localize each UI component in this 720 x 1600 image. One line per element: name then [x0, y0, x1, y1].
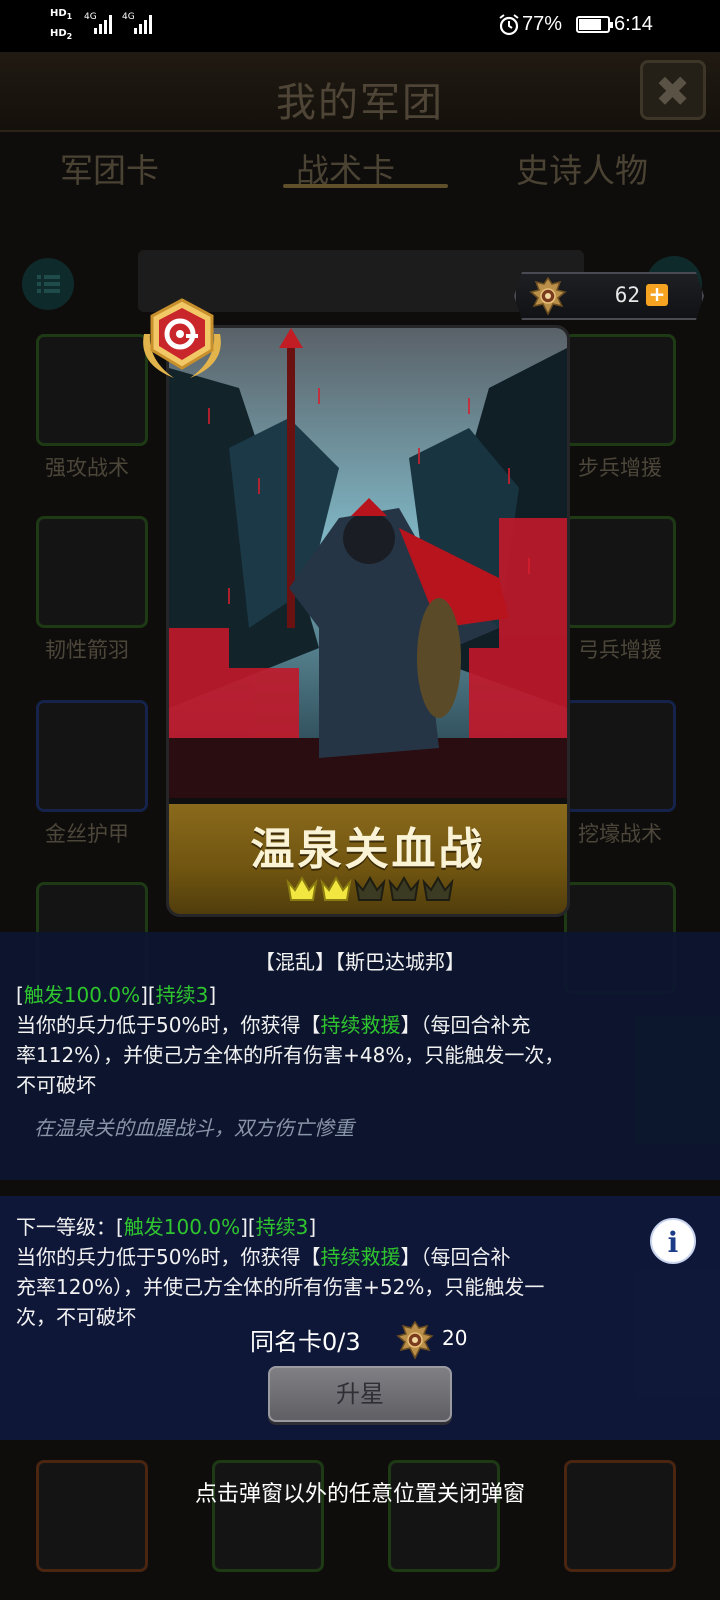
desc-text: 】（每回合补	[400, 1245, 511, 1269]
flavor-text: 在温泉关的血腥战斗，双方伤亡惨重	[34, 1116, 354, 1140]
duplicate-card-count: 同名卡0/3	[250, 1328, 361, 1356]
desc-text: 】（每回合补充	[400, 1013, 531, 1037]
eagle-emblem-icon	[396, 1320, 434, 1360]
grid-card[interactable]	[564, 516, 676, 628]
signal-indicators: HD1 HD2 4G 4G	[50, 8, 180, 44]
next-duration: 持续3	[255, 1215, 309, 1239]
desc-line-1: 当你的兵力低于50%时，你获得【持续救援】（每回合补充	[16, 1010, 530, 1040]
alarm-icon	[497, 13, 521, 37]
battery-percent: 77%	[522, 13, 563, 35]
network-type-2: 4G	[122, 12, 135, 22]
active-tab-indicator	[283, 184, 448, 188]
grid-card-label: 韧性箭羽	[45, 638, 129, 662]
upgrade-cost: 20	[442, 1326, 468, 1350]
hd-badge-1: HD1	[50, 8, 72, 23]
hd-label-1: HD	[50, 8, 67, 19]
battery-fill	[579, 19, 601, 30]
next-line-1: 当你的兵力低于50%时，你获得【持续救援】（每回合补	[16, 1242, 510, 1272]
card-name: 温泉关血战	[250, 824, 486, 875]
desc-line-3: 不可破坏	[16, 1073, 96, 1097]
next-trigger-line: 下一等级：[触发100.0%][持续3]	[16, 1215, 317, 1239]
crown-filled-icon	[320, 876, 352, 901]
card-artwork	[169, 328, 567, 798]
next-buff-name: 持续救援	[320, 1245, 401, 1269]
desc-text: 当你的兵力低于50%时，你获得【	[16, 1013, 321, 1037]
rarity-badge-icon	[143, 298, 221, 378]
crown-empty-icon	[422, 876, 454, 901]
list-menu-button[interactable]	[22, 258, 74, 310]
close-hint[interactable]: 点击弹窗以外的任意位置关闭弹窗	[0, 1476, 720, 1508]
hd-badge-2: HD2	[50, 28, 72, 43]
trigger-rate: 触发100.0%	[23, 983, 141, 1007]
grid-card[interactable]	[36, 700, 148, 812]
battery-icon	[576, 16, 613, 33]
card-tags: 【混乱】【斯巴达城邦】	[255, 950, 465, 974]
signal-bars-2-icon	[134, 14, 152, 34]
page-header: 我的军团 ✖	[0, 52, 720, 132]
grid-card[interactable]	[36, 334, 148, 446]
next-level-prefix: 下一等级：	[16, 1215, 116, 1239]
page-close-button[interactable]: ✖	[640, 60, 706, 120]
signal-bars-1-icon	[94, 14, 112, 34]
next-line-2: 充率120%），并使己方全体的所有伤害+52%，只能触发一	[16, 1275, 545, 1299]
eagle-emblem-icon	[529, 276, 567, 316]
hd-label-2: HD	[50, 28, 67, 39]
list-icon	[37, 275, 60, 293]
info-button[interactable]: i	[650, 1218, 696, 1264]
grid-card[interactable]	[564, 334, 676, 446]
grid-card[interactable]	[36, 516, 148, 628]
crown-empty-icon	[388, 876, 420, 901]
page-title: 我的军团	[276, 80, 444, 126]
next-line-3: 次，不可破坏	[16, 1305, 136, 1329]
hd-sub-2: 2	[66, 32, 73, 41]
grid-card[interactable]	[564, 700, 676, 812]
desc-trigger-line: [触发100.0%][持续3]	[16, 983, 217, 1007]
tactic-card: 温泉关血战	[166, 325, 570, 917]
desc-text: 当你的兵力低于50%时，你获得【	[16, 1245, 321, 1269]
tab-legion-cards[interactable]: 军团卡	[60, 144, 159, 192]
crown-filled-icon	[286, 876, 318, 901]
currency-value: 62	[614, 283, 640, 307]
buff-name: 持续救援	[320, 1013, 401, 1037]
upgrade-star-button[interactable]: 升星	[268, 1366, 452, 1422]
clock: 6:14	[614, 13, 653, 35]
next-trigger-rate: 触发100.0%	[123, 1215, 241, 1239]
grid-card-label: 金丝护甲	[45, 822, 129, 846]
tab-epic-characters[interactable]: 史诗人物	[516, 144, 648, 192]
add-currency-button[interactable]: +	[646, 284, 668, 306]
tab-bar: 军团卡 战术卡 史诗人物	[0, 144, 720, 198]
grid-card-label: 强攻战术	[45, 456, 129, 480]
crown-empty-icon	[354, 876, 386, 901]
desc-line-2: 率112%），并使己方全体的所有伤害+48%，只能触发一次，	[16, 1043, 565, 1067]
close-icon: ✖	[655, 67, 691, 116]
upgrade-button-label: 升星	[336, 1380, 384, 1408]
star-rating	[285, 872, 455, 908]
duration: 持续3	[155, 983, 209, 1007]
hd-sub-1: 1	[66, 12, 73, 21]
info-icon: i	[667, 1226, 679, 1259]
status-bar: HD1 HD2 4G 4G 77% 6:14	[0, 0, 720, 52]
